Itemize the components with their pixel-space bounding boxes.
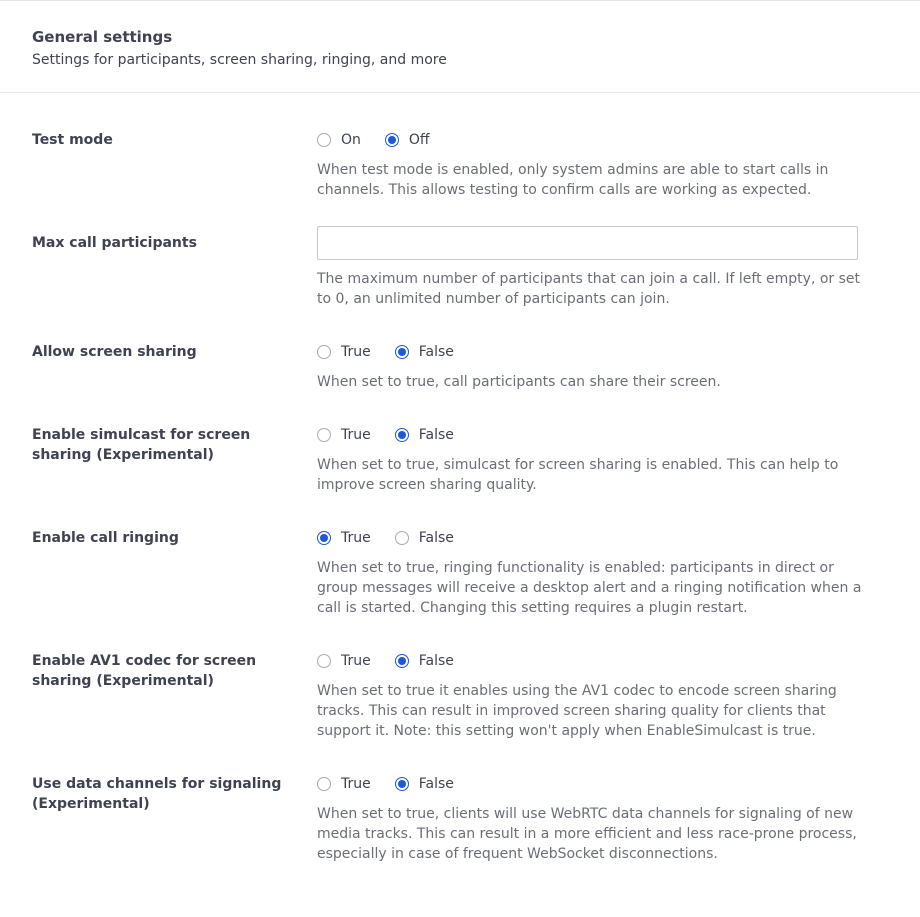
setting-label: Use data channels for signaling (Experim… [32, 776, 282, 812]
radio-option-false[interactable]: False [394, 425, 454, 445]
radio-label: False [418, 427, 454, 443]
radio-option-true[interactable]: True [317, 342, 371, 362]
help-text: When set to true, call participants can … [317, 374, 721, 390]
radio-button[interactable] [394, 428, 409, 442]
radio-group: True False [317, 774, 862, 794]
help-text: When set to true, clients will use WebRT… [317, 806, 857, 862]
radio-group: True False [317, 425, 862, 445]
setting-label: Enable AV1 codec for screen sharing (Exp… [32, 653, 257, 689]
radio-button[interactable] [394, 531, 409, 545]
radio-label: Off [408, 132, 430, 148]
help-text: When test mode is enabled, only system a… [317, 162, 829, 198]
setting-label: Max call participants [32, 235, 197, 251]
help-text: When set to true, ringing functionality … [317, 560, 862, 616]
radio-button[interactable] [384, 133, 399, 147]
radio-group: True False [317, 342, 862, 362]
radio-option-false[interactable]: False [394, 774, 454, 794]
setting-control: True False When set to true, simulcast f… [317, 425, 862, 495]
radio-label: False [418, 530, 454, 546]
radio-button[interactable] [317, 428, 331, 442]
setting-control: On Off When test mode is enabled, only s… [317, 130, 862, 200]
radio-label: True [341, 776, 371, 792]
radio-button[interactable] [317, 777, 331, 791]
setting-control: True False When set to true, clients wil… [317, 774, 862, 864]
section-subtitle: Settings for participants, screen sharin… [32, 52, 447, 68]
help-text: When set to true it enables using the AV… [317, 683, 837, 739]
setting-control: True False When set to true, call partic… [317, 342, 862, 392]
radio-option-on[interactable]: On [317, 130, 361, 150]
radio-label: True [341, 344, 371, 360]
radio-button[interactable] [317, 345, 331, 359]
radio-option-off[interactable]: Off [384, 130, 430, 150]
radio-option-false[interactable]: False [394, 528, 454, 548]
setting-control: The maximum number of participants that … [317, 226, 862, 309]
general-settings-panel: General settings Settings for participan… [0, 0, 920, 917]
radio-option-false[interactable]: False [394, 651, 454, 671]
radio-label: On [341, 132, 361, 148]
help-text: The maximum number of participants that … [317, 271, 861, 307]
setting-label: Enable call ringing [32, 530, 179, 546]
radio-label: True [341, 427, 371, 443]
radio-label: False [418, 344, 454, 360]
radio-label: False [418, 653, 454, 669]
setting-control: True False When set to true it enables u… [317, 651, 862, 741]
radio-group: True False [317, 528, 862, 548]
section-title: General settings [32, 28, 173, 46]
settings-header: General settings Settings for participan… [0, 1, 920, 93]
max-participants-input[interactable] [317, 226, 858, 260]
radio-button[interactable] [317, 654, 331, 668]
radio-group: On Off [317, 130, 862, 150]
help-text: When set to true, simulcast for screen s… [317, 457, 839, 493]
setting-control: True False When set to true, ringing fun… [317, 528, 862, 618]
radio-button[interactable] [317, 133, 331, 147]
radio-button[interactable] [394, 345, 409, 359]
radio-label: True [341, 530, 371, 546]
setting-label: Test mode [32, 132, 113, 148]
radio-group: True False [317, 651, 862, 671]
setting-label: Allow screen sharing [32, 344, 197, 360]
radio-option-false[interactable]: False [394, 342, 454, 362]
setting-label: Enable simulcast for screen sharing (Exp… [32, 427, 251, 463]
radio-option-true[interactable]: True [317, 425, 371, 445]
radio-button[interactable] [317, 531, 331, 545]
radio-label: True [341, 653, 371, 669]
radio-option-true[interactable]: True [317, 528, 371, 548]
radio-label: False [418, 776, 454, 792]
radio-option-true[interactable]: True [317, 774, 371, 794]
radio-button[interactable] [394, 654, 409, 668]
radio-option-true[interactable]: True [317, 651, 371, 671]
radio-button[interactable] [394, 777, 409, 791]
